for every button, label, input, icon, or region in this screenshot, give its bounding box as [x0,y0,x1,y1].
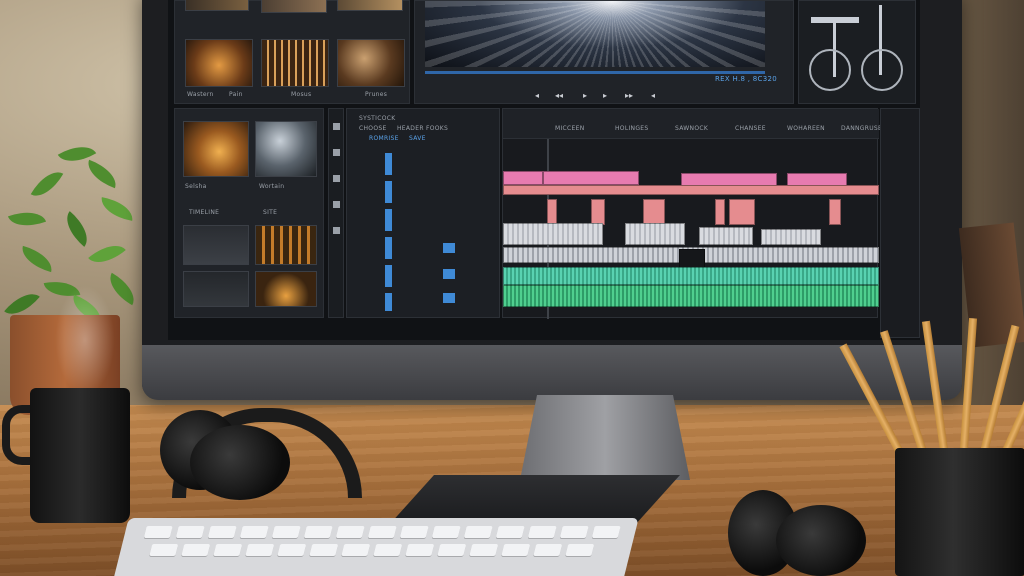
track-toggle[interactable] [385,293,392,311]
media-bin-panel: Wastern Pain Mosus Prunes [174,0,410,104]
effect-preview[interactable] [183,225,249,265]
play-forward-button[interactable]: ▸ [603,91,607,100]
clip-thumbnail[interactable] [185,0,249,11]
thumb-caption: Pain [229,91,243,98]
timeline-clip[interactable] [591,199,605,225]
track-toggle[interactable] [443,293,455,303]
track-toggle[interactable] [443,243,455,253]
rewind-button[interactable]: ◂◂ [555,91,563,100]
keyboard[interactable] [111,518,639,576]
headphones-right-cup [190,425,290,500]
ruler-label: CHANSEE [735,125,766,132]
timeline-tab[interactable]: HEADER FOOKS [397,125,448,132]
track-toggle[interactable] [385,153,392,175]
ruler-label: DANNGRUSE [841,125,883,132]
clip-thumbnail[interactable] [261,39,329,87]
clip-thumbnail[interactable] [337,39,405,87]
track-header-panel: SYSTICOCK CHOOSE HEADER FOOKS ROMRISE SA… [346,108,500,318]
step-back-button[interactable]: ◂ [535,91,539,100]
steam [55,285,115,395]
timeline-tab[interactable]: CHOOSE [359,125,387,132]
ruler-label: MICCEEN [555,125,585,132]
timeline-header: SYSTICOCK [359,115,396,122]
timeline-clip[interactable] [829,199,841,225]
timeline-clip[interactable] [643,199,665,225]
panel-label: TIMELINE [189,209,220,216]
timeline-clip[interactable] [699,227,753,245]
headphones-cup [776,505,866,576]
thumb-caption: Wastern [187,91,214,98]
audio-clip[interactable] [503,267,879,285]
source-thumbnail[interactable] [183,121,249,177]
play-button[interactable]: ▸ [583,91,587,100]
clip-thumbnail[interactable] [337,0,403,11]
program-video[interactable] [425,1,765,67]
timeline-clip[interactable] [547,199,557,225]
scope-circle [809,49,851,91]
track-toggle[interactable] [385,237,392,259]
effect-preview[interactable] [183,271,249,307]
thumb-caption: Prunes [365,91,388,98]
ruler-label: HOLINGES [615,125,649,132]
editor-screen: Wastern Pain Mosus Prunes REX H.8 , 8C32… [168,0,920,340]
panel-label: SITE [263,209,278,216]
thumb-caption: Wortain [259,183,285,190]
tool-icon[interactable] [333,175,340,182]
timeline-clip[interactable] [715,199,725,225]
timeline-clip[interactable] [543,171,639,185]
scrub-bar[interactable] [425,71,765,74]
timeline-subtab[interactable]: SAVE [409,135,426,142]
track-toggle[interactable] [385,209,392,231]
thumb-caption: Selsha [185,183,207,190]
audio-clip[interactable] [503,285,879,307]
program-monitor-panel: REX H.8 , 8C320 ◂ ◂◂ ▸ ▸ ▸▸ ◂ [414,0,794,104]
source-thumbnail[interactable] [255,121,317,177]
track-toggle[interactable] [385,181,392,203]
loop-button[interactable]: ◂ [651,91,655,100]
coffee-mug [30,388,130,523]
track-toggle[interactable] [443,269,455,279]
timeline-clip[interactable] [503,223,603,245]
track-toggle[interactable] [385,265,392,287]
timeline-clip[interactable] [503,171,543,185]
scopes-panel [798,0,916,104]
effect-preview[interactable] [255,225,317,265]
ruler-label: SAWNOCK [675,125,709,132]
thumb-caption: Mosus [291,91,312,98]
timeline-subtab[interactable]: ROMRISE [369,135,399,142]
monitor-chin [142,345,962,400]
clip-thumbnail[interactable] [185,39,253,87]
timeline-clip[interactable] [761,229,821,245]
timeline-ruler[interactable] [503,109,879,139]
timeline-panel: MICCEEN HOLINGES SAWNOCK CHANSEE WOHAREE… [502,108,882,319]
timeline-clip[interactable] [503,185,879,195]
tool-icon[interactable] [333,227,340,234]
tool-icon[interactable] [333,149,340,156]
clip-thumbnail[interactable] [261,0,327,13]
fast-forward-button[interactable]: ▸▸ [625,91,633,100]
tool-icon[interactable] [333,201,340,208]
format-readout: REX H.8 , 8C320 [715,75,778,83]
source-panel: Selsha Wortain TIMELINE SITE [174,108,324,318]
timeline-clip[interactable] [729,199,755,225]
tool-icon[interactable] [333,123,340,130]
tools-panel [328,108,344,318]
pencil-cup [895,448,1024,576]
audio-meter-panel [880,108,920,338]
monitor-stand [520,395,690,480]
scope-circle [861,49,903,91]
effect-preview[interactable] [255,271,317,307]
ruler-label: WOHAREEN [787,125,825,132]
timeline-clip[interactable] [625,223,685,245]
